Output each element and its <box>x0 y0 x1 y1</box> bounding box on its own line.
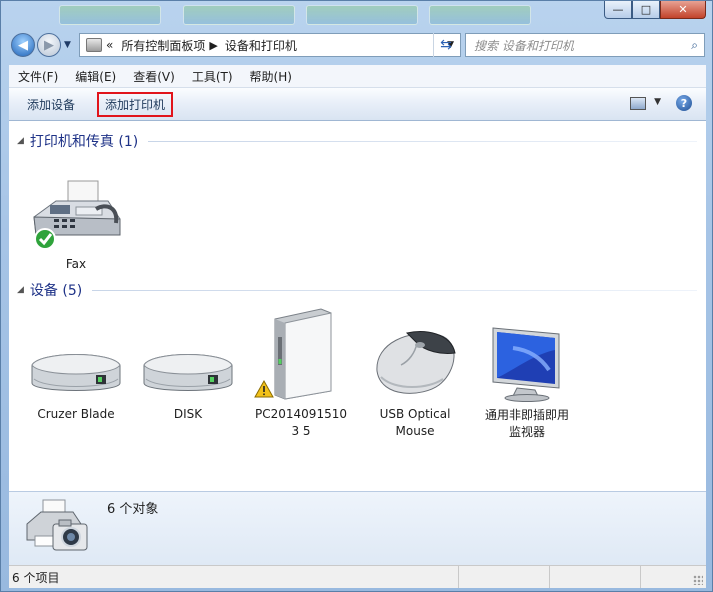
close-button[interactable]: ✕ <box>660 1 706 19</box>
group-printers-header[interactable]: ◢ 打印机和传真 (1) <box>17 131 697 151</box>
breadcrumb-item[interactable]: 设备和打印机 <box>225 37 297 54</box>
group-devices-header[interactable]: ◢ 设备 (5) <box>17 280 697 300</box>
menu-bar: 文件(F) 编辑(E) 查看(V) 工具(T) 帮助(H) <box>9 65 706 88</box>
device-item-usb-mouse[interactable]: USB Optical Mouse <box>365 327 465 440</box>
maximize-button[interactable]: □ <box>632 1 660 19</box>
breadcrumb-item[interactable]: 所有控制面板项 <box>121 37 205 54</box>
menu-help[interactable]: 帮助(H) <box>241 68 300 85</box>
mouse-icon <box>376 331 456 394</box>
view-options-icon[interactable] <box>630 97 646 110</box>
navigation-row: ◀ ▶ ▼ « 所有控制面板项 ▶ 设备和打印机 ▼ ⇆ 搜索 设备和打印机 ⌕ <box>9 33 706 59</box>
arrow-left-icon: ◀ <box>18 37 28 53</box>
explorer-window: — □ ✕ ◀ ▶ ▼ « 所有控制面板项 ▶ 设备和打印机 ▼ ⇆ 搜索 设备… <box>0 0 713 592</box>
device-item-fax[interactable]: Fax <box>26 179 126 273</box>
recent-pages-dropdown[interactable]: ▼ <box>64 40 71 50</box>
details-pane: 6 个对象 <box>9 491 706 565</box>
search-icon[interactable]: ⌕ <box>691 38 698 53</box>
status-bar: 6 个项目 <box>9 565 706 588</box>
group-title: 打印机和传真 (1) <box>29 134 139 150</box>
background-tab <box>306 5 418 25</box>
printer-camera-icon <box>26 499 88 551</box>
device-label: USB Optical Mouse <box>379 407 451 438</box>
forward-button[interactable]: ▶ <box>37 33 61 57</box>
group-divider <box>92 289 697 291</box>
collapse-icon[interactable]: ◢ <box>17 285 24 295</box>
breadcrumb-overflow[interactable]: « <box>106 38 113 52</box>
add-device-button[interactable]: 添加设备 <box>19 93 83 116</box>
background-tab <box>183 5 295 25</box>
device-label: Cruzer Blade <box>37 407 115 421</box>
collapse-icon[interactable]: ◢ <box>17 136 24 146</box>
menu-file[interactable]: 文件(F) <box>9 68 66 85</box>
add-printer-button[interactable]: 添加打印机 <box>97 91 174 117</box>
breadcrumb-separator[interactable]: ▶ <box>209 39 217 52</box>
menu-edit[interactable]: 编辑(E) <box>66 68 124 85</box>
device-item-monitor[interactable]: 通用非即插即用监视器 <box>477 324 577 441</box>
refresh-icon: ⇆ <box>440 37 452 53</box>
device-item-pc[interactable]: PC20140915103 5 <box>251 307 351 440</box>
help-button[interactable]: ? <box>676 95 692 111</box>
device-label: Fax <box>65 257 87 271</box>
window-controls: — □ ✕ <box>604 1 706 19</box>
menu-view[interactable]: 查看(V) <box>124 68 183 85</box>
device-item-disk[interactable]: DISK <box>138 343 238 423</box>
status-text: 6 个项目 <box>9 566 459 588</box>
minimize-button[interactable]: — <box>604 1 632 19</box>
title-bar <box>1 1 601 29</box>
device-item-cruzer-blade[interactable]: Cruzer Blade <box>26 343 126 423</box>
control-panel-icon <box>86 38 102 52</box>
command-bar: 添加设备 添加打印机 ▼ ? <box>9 88 706 121</box>
drive-icon <box>143 354 233 391</box>
resize-grip-icon[interactable] <box>693 575 703 585</box>
device-list: ◢ 打印机和传真 (1) Fax ◢ 设备 (5) Cruzer Blade D… <box>9 121 706 491</box>
menu-tools[interactable]: 工具(T) <box>183 68 241 85</box>
arrow-right-icon: ▶ <box>44 37 54 53</box>
fax-icon <box>33 180 121 250</box>
address-bar[interactable]: « 所有控制面板项 ▶ 设备和打印机 ▼ <box>79 33 461 57</box>
search-input[interactable]: 搜索 设备和打印机 ⌕ <box>465 33 705 57</box>
drive-icon <box>31 354 121 391</box>
back-button[interactable]: ◀ <box>11 33 35 57</box>
status-segment <box>550 566 641 588</box>
status-segment <box>459 566 550 588</box>
computer-tower-icon <box>254 308 332 400</box>
object-count: 6 个对象 <box>107 502 159 517</box>
refresh-button[interactable]: ⇆ <box>433 33 458 57</box>
group-title: 设备 (5) <box>29 283 83 299</box>
device-label: PC20140915103 5 <box>255 407 347 438</box>
view-dropdown-icon[interactable]: ▼ <box>654 97 661 107</box>
monitor-icon <box>492 327 560 402</box>
background-tab <box>429 5 531 25</box>
group-divider <box>148 140 697 142</box>
background-tab <box>59 5 161 25</box>
device-label: 通用非即插即用监视器 <box>485 408 570 439</box>
device-label: DISK <box>173 407 203 421</box>
search-placeholder: 搜索 设备和打印机 <box>474 38 574 53</box>
